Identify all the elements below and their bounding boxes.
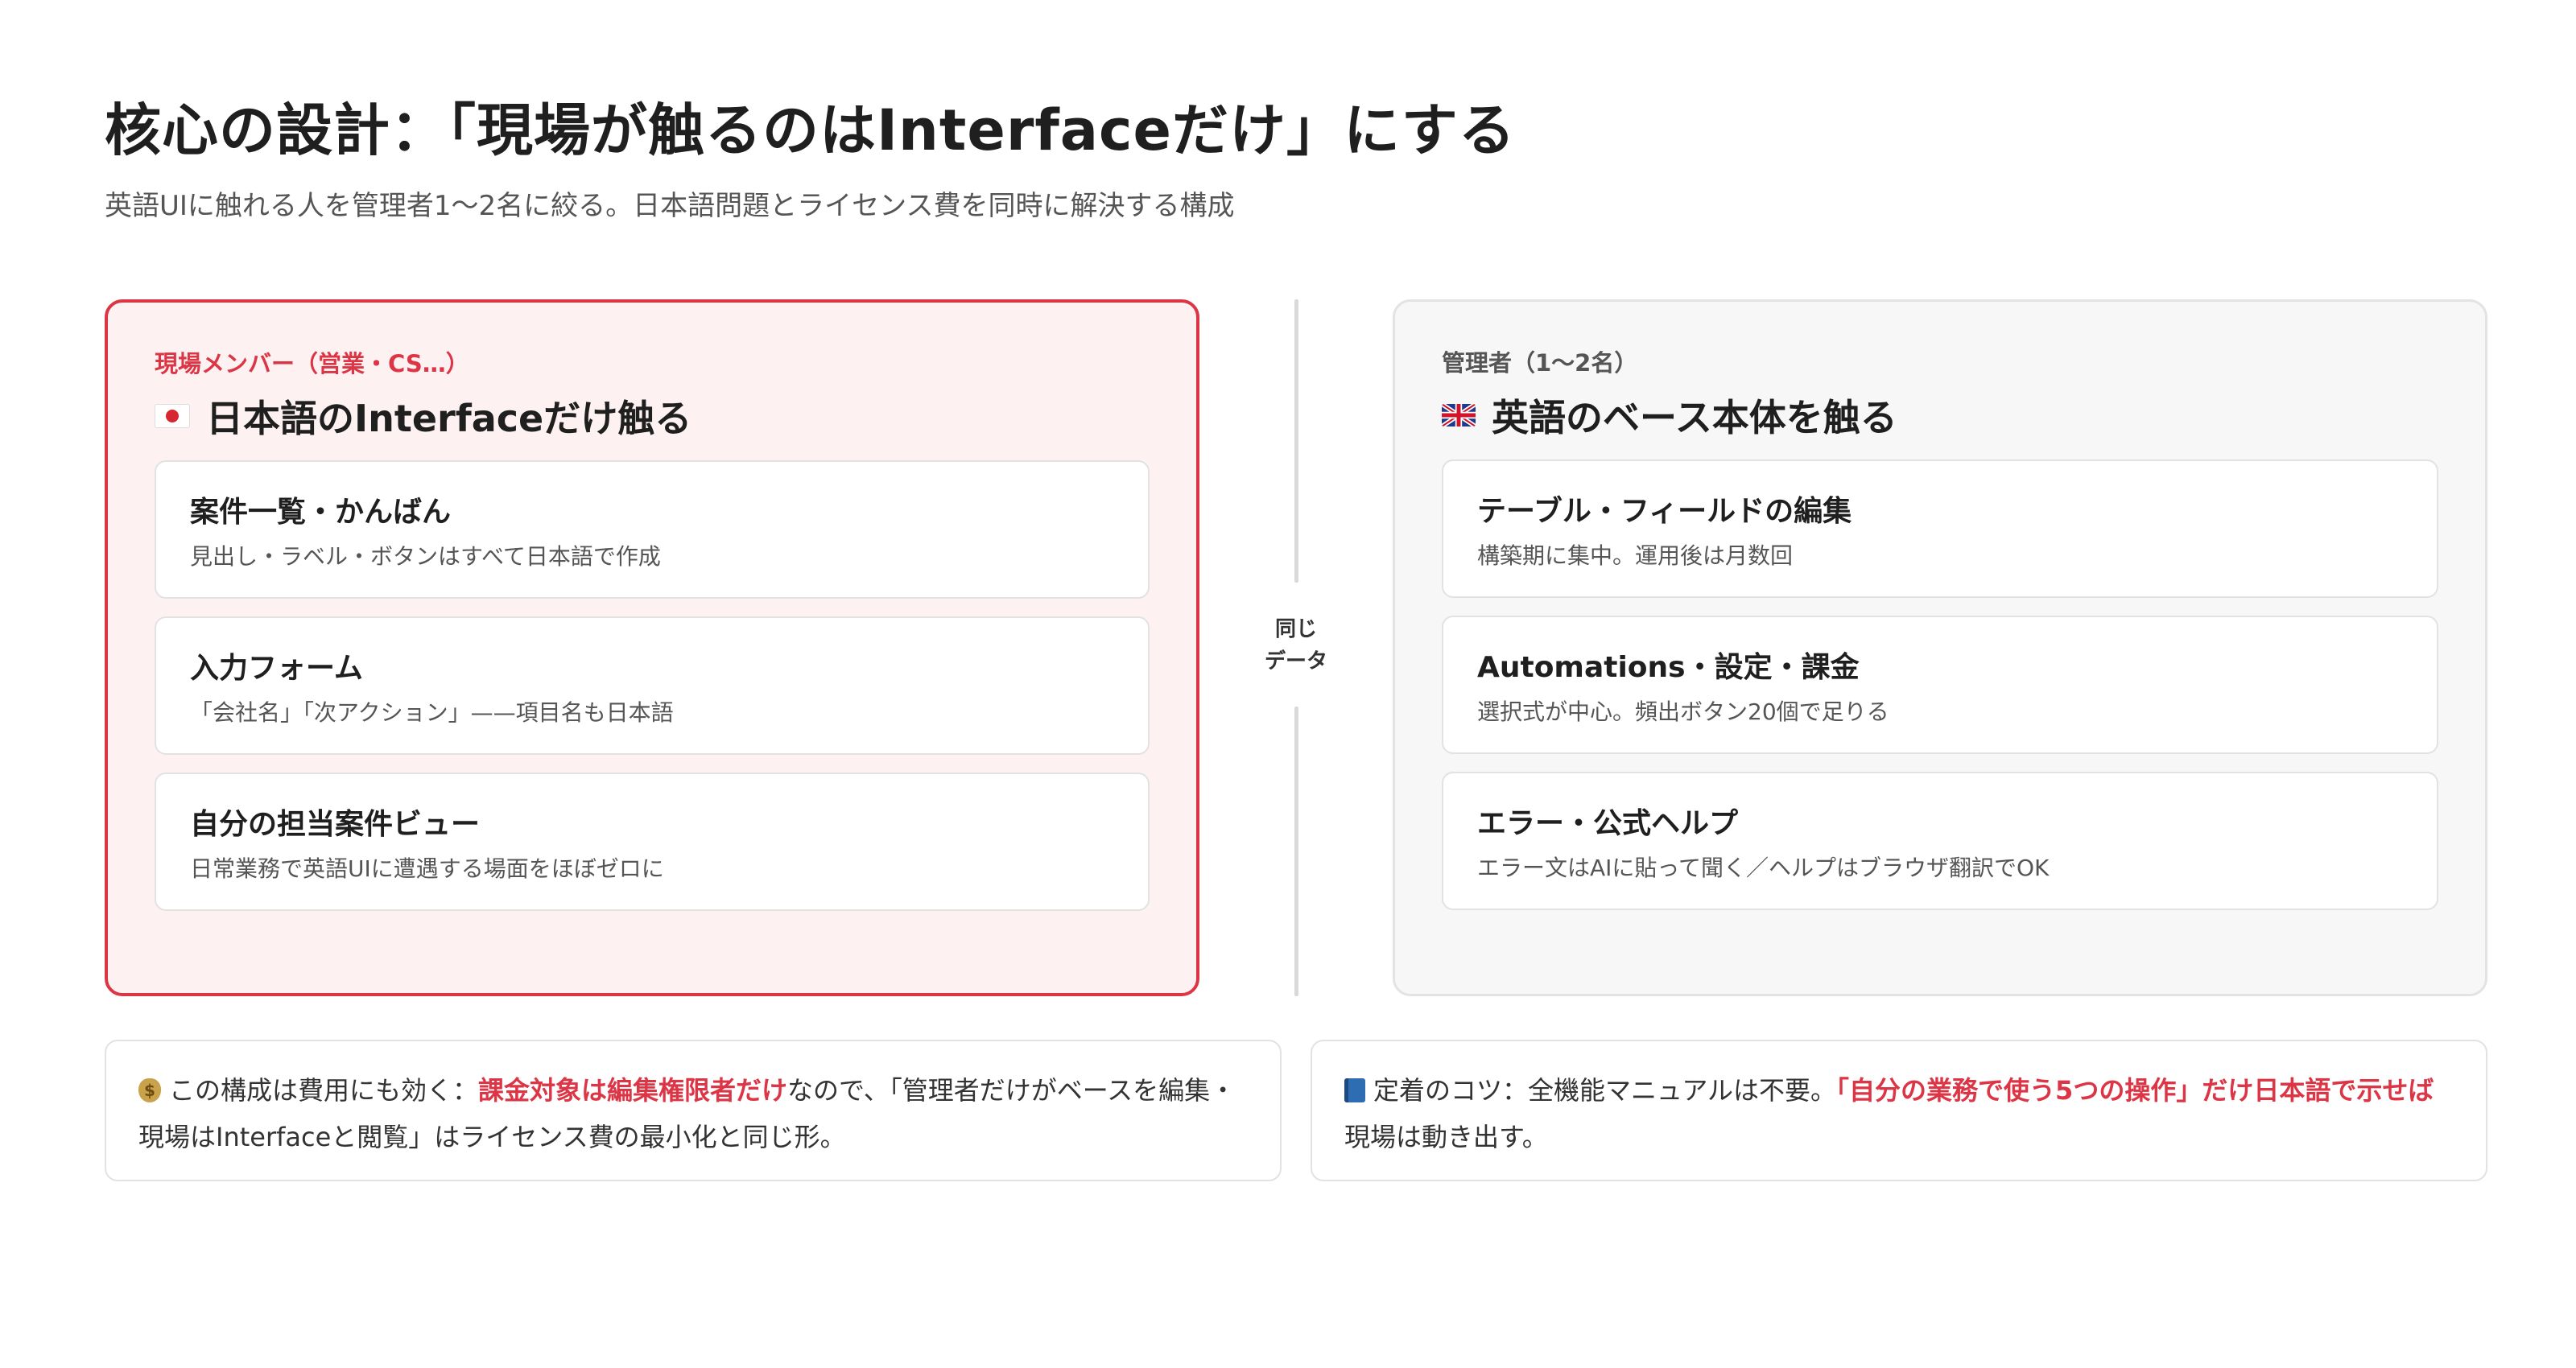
uk-flag-icon [1442, 404, 1476, 426]
card-title: 自分の担当案件ビュー [190, 808, 481, 841]
admin-card-list: テーブル・フィールドの編集 構築期に集中。運用後は月数回 Automations… [1442, 459, 2438, 910]
admin-kicker: 管理者（1〜2名） [1442, 349, 1638, 377]
adoption-tip-emphasis: 「自分の業務で使う5つの操作」だけ日本語で示せば [1836, 1075, 2434, 1106]
divider-line-bottom [1294, 707, 1298, 996]
divider-line-top [1294, 299, 1298, 583]
card-title: 入力フォーム [190, 652, 363, 685]
card-description: 見出し・ラベル・ボタンはすべて日本語で作成 [190, 543, 661, 570]
card-automations-settings-billing: Automations・設定・課金 選択式が中心。頻出ボタン20個で足りる [1442, 616, 2438, 754]
card-description: 「会社名」「次アクション」——項目名も日本語 [190, 699, 674, 726]
card-input-form: 入力フォーム 「会社名」「次アクション」——項目名も日本語 [155, 616, 1150, 755]
same-data-label: 同じ データ [1248, 613, 1344, 678]
card-title: Automations・設定・課金 [1477, 651, 1860, 684]
comparison-columns: 現場メンバー（営業・CS…） 日本語のInterfaceだけ触る 案件一覧・かん… [105, 299, 2487, 996]
card-my-cases-view: 自分の担当案件ビュー 日常業務で英語UIに遭遇する場面をほぼゼロに [155, 773, 1150, 911]
adoption-tip-text-before: 定着のコツ：全機能マニュアルは不要。 [1373, 1075, 1837, 1106]
card-table-field-editing: テーブル・フィールドの編集 構築期に集中。運用後は月数回 [1442, 459, 2438, 598]
cost-note-text-before: この構成は費用にも効く： [169, 1075, 479, 1106]
adoption-tip-note: 定着のコツ：全機能マニュアルは不要。「自分の業務で使う5つの操作」だけ日本語で示… [1311, 1040, 2487, 1181]
money-bag-icon [138, 1067, 161, 1114]
card-description: 選択式が中心。頻出ボタン20個で足りる [1477, 698, 1889, 725]
same-data-label-line2: データ [1264, 649, 1327, 674]
cost-note: この構成は費用にも効く：課金対象は編集権限者だけなので、「管理者だけがベースを編… [105, 1040, 1282, 1181]
admin-heading: 英語のベース本体を触る [1442, 392, 2438, 439]
admin-heading-text: 英語のベース本体を触る [1492, 396, 1897, 439]
field-members-card-list: 案件一覧・かんばん 見出し・ラベル・ボタンはすべて日本語で作成 入力フォーム 「… [155, 460, 1150, 911]
japan-flag-icon [155, 404, 190, 428]
card-errors-official-help: エラー・公式ヘルプ エラー文はAIに貼って聞く／ヘルプはブラウザ翻訳でOK [1442, 772, 2438, 910]
adoption-tip-text-after: 現場は動き出す。 [1344, 1122, 1548, 1152]
field-members-panel: 現場メンバー（営業・CS…） 日本語のInterfaceだけ触る 案件一覧・かん… [105, 299, 1199, 996]
page-subtitle: 英語UIに触れる人を管理者1〜2名に絞る。日本語問題とライセンス費を同時に解決す… [105, 190, 1235, 222]
card-description: 構築期に集中。運用後は月数回 [1477, 542, 1794, 569]
card-description: 日常業務で英語UIに遭遇する場面をほぼゼロに [190, 855, 664, 882]
admin-panel: 管理者（1〜2名） 英語のベース本体を触る テーブル・フィールドの編集 構築期に… [1393, 299, 2487, 996]
field-members-kicker: 現場メンバー（営業・CS…） [155, 350, 469, 377]
card-title: 案件一覧・かんばん [190, 496, 452, 529]
field-members-heading-text: 日本語のInterfaceだけ触る [206, 397, 692, 440]
page-title: 核心の設計：「現場が触るのはInterfaceだけ」にする [105, 97, 1516, 163]
same-data-label-line1: 同じ [1274, 617, 1317, 641]
card-title: エラー・公式ヘルプ [1477, 807, 1739, 840]
cost-note-emphasis: 課金対象は編集権限者だけ [478, 1075, 788, 1106]
field-members-heading: 日本語のInterfaceだけ触る [155, 393, 1150, 440]
card-description: エラー文はAIに貼って聞く／ヘルプはブラウザ翻訳でOK [1477, 855, 2050, 881]
card-case-list-kanban: 案件一覧・かんばん 見出し・ラベル・ボタンはすべて日本語で作成 [155, 460, 1150, 599]
card-title: テーブル・フィールドの編集 [1477, 495, 1852, 528]
blue-book-icon [1344, 1067, 1365, 1114]
